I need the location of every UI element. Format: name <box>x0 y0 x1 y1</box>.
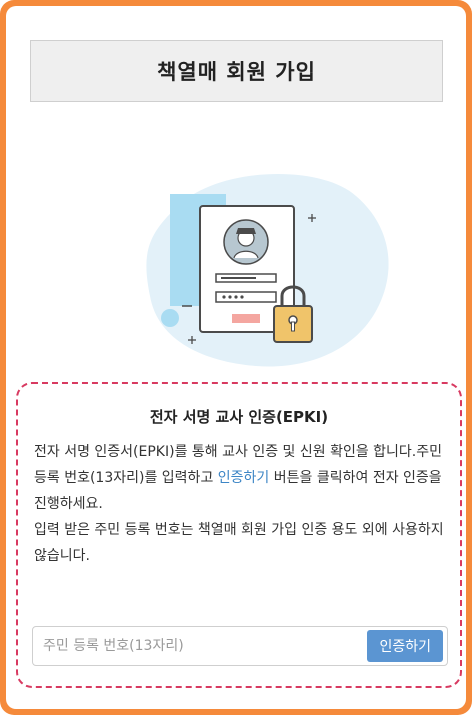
auth-description-paragraph-1: 전자 서명 인증서(EPKI)를 통해 교사 인증 및 신원 확인을 합니다.주… <box>34 439 444 517</box>
page-title: 책열매 회원 가입 <box>30 40 443 102</box>
ssn-input-group: 인증하기 <box>32 626 448 666</box>
auth-title: 전자 서명 교사 인증(EPKI) <box>149 408 329 426</box>
auth-description-paragraph-2: 입력 받은 주민 등록 번호는 책열매 회원 가입 인증 용도 외에 사용하지 … <box>34 522 444 564</box>
signup-card: 책열매 회원 가입 전자 서명 교사 인증(EPKI) 전자 서명 인증서(EP… <box>6 6 466 709</box>
ssn-input[interactable] <box>33 627 368 665</box>
verify-button[interactable]: 인증하기 <box>367 630 443 662</box>
auth-description: 전자 서명 인증서(EPKI)를 통해 교사 인증 및 신원 확인을 합니다.주… <box>34 439 444 569</box>
page-frame: 책열매 회원 가입 전자 서명 교사 인증(EPKI) 전자 서명 인증서(EP… <box>0 0 472 715</box>
auth-desc-link: 인증하기 <box>217 470 270 486</box>
blue-dot <box>161 309 179 327</box>
certificate-illustration <box>146 174 389 367</box>
epki-auth-section: 전자 서명 교사 인증(EPKI) 전자 서명 인증서(EPKI)를 통해 교사… <box>16 382 462 688</box>
